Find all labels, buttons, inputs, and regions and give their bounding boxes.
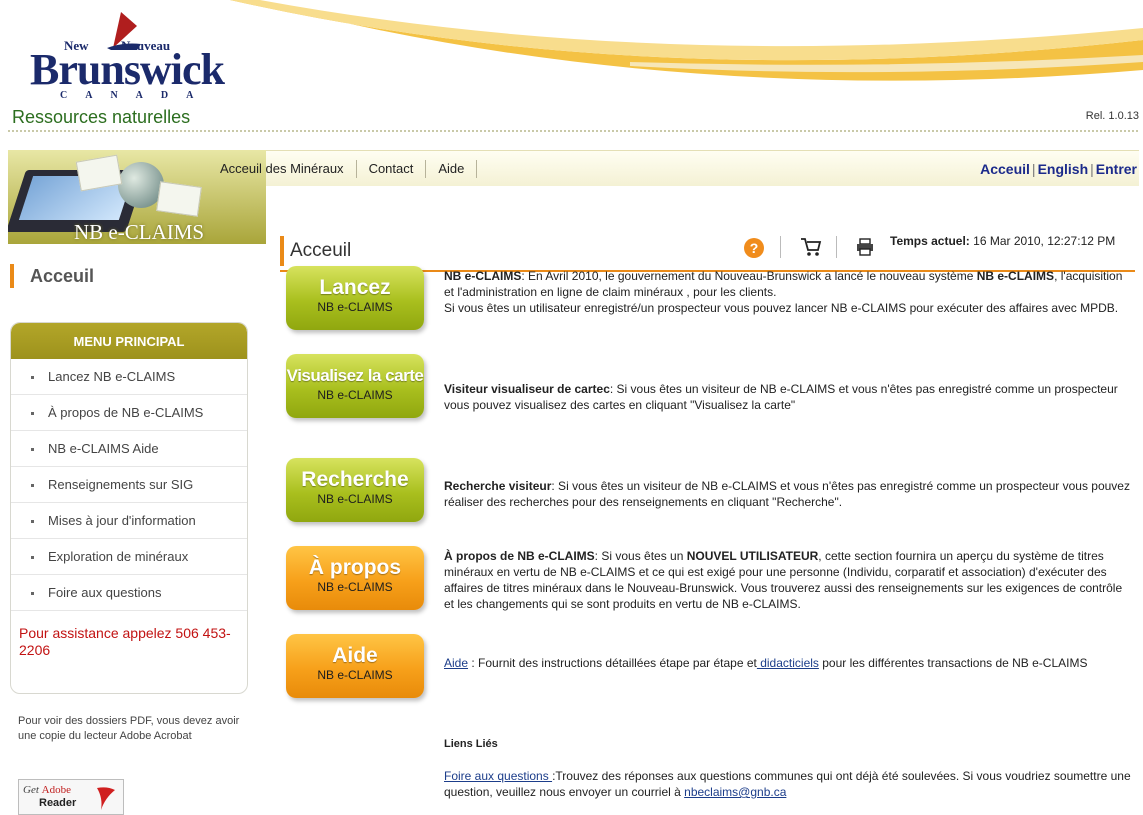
menu-item-launch[interactable]: Lancez NB e-CLAIMS	[11, 359, 247, 395]
desc-text: : Si vous êtes un	[594, 549, 687, 563]
view-map-button-sublabel: NB e-CLAIMS	[317, 388, 393, 402]
help-button[interactable]: Aide NB e-CLAIMS	[286, 634, 424, 698]
department-name: Ressources naturelles	[12, 107, 191, 127]
desc-text: Si vous êtes un utilisateur enregistré/u…	[444, 301, 1119, 315]
launch-button-sublabel: NB e-CLAIMS	[317, 300, 393, 314]
about-description: À propos de NB e-CLAIMS: Si vous êtes un…	[444, 548, 1130, 612]
logo-canada-text: CANADA	[60, 90, 212, 101]
main-menu-title: MENU PRINCIPAL	[11, 323, 247, 359]
adobe-brand-label: Adobe	[41, 784, 71, 796]
current-time-value: 16 Mar 2010, 12:27:12 PM	[973, 234, 1116, 248]
menu-item-about[interactable]: À propos de NB e-CLAIMS	[11, 395, 247, 431]
print-icon[interactable]	[856, 238, 874, 256]
launch-button[interactable]: Lancez NB e-CLAIMS	[286, 266, 424, 330]
right-nav: Acceuil | English | Entrer	[980, 161, 1137, 177]
nb-logo: New Nouveau Brunswick CANADA	[28, 8, 228, 101]
current-time-label: Temps actuel:	[890, 234, 970, 248]
nav-separator: |	[1031, 161, 1036, 177]
desc-bold: NOUVEL UTILISATEUR	[686, 549, 819, 563]
search-button[interactable]: Recherche NB e-CLAIMS	[286, 458, 424, 522]
adobe-get-label: Get	[23, 784, 39, 796]
desc-text: : Fournit des instructions détaillées ét…	[468, 656, 757, 670]
top-nav: Acceuil des Minéraux Contact Aide	[212, 160, 478, 178]
help-button-label: Aide	[332, 644, 378, 667]
faq-related-link: Foire aux questions :Trouvez des réponse…	[444, 768, 1134, 800]
menu-item-label: Renseignements sur SIG	[48, 477, 194, 492]
about-button-label: À propos	[308, 556, 402, 579]
release-version: Rel. 1.0.13	[1085, 110, 1139, 122]
menu-item-gis-info[interactable]: Renseignements sur SIG	[11, 467, 247, 503]
menu-item-label: Foire aux questions	[48, 585, 162, 600]
search-description: Recherche visiteur: Si vous êtes un visi…	[444, 478, 1130, 510]
header-swoosh-decoration	[230, 0, 1143, 81]
email-link[interactable]: nbeclaims@gnb.ca	[684, 785, 786, 799]
home-link[interactable]: Acceuil	[980, 161, 1030, 177]
bullet-icon	[31, 520, 34, 524]
search-button-sublabel: NB e-CLAIMS	[317, 492, 393, 506]
about-button[interactable]: À propos NB e-CLAIMS	[286, 546, 424, 610]
nav-separator: |	[1090, 161, 1094, 177]
pdf-reader-note: Pour voir des dossiers PDF, vous devez a…	[18, 715, 240, 742]
view-map-button-label: Visualisez la carte	[286, 366, 424, 385]
desc-bold: À propos de NB e-CLAIMS	[444, 549, 595, 563]
nav-mineral-home[interactable]: Acceuil des Minéraux	[212, 160, 357, 178]
banner-title: NB e-CLAIMS	[74, 220, 205, 244]
cart-icon[interactable]	[800, 236, 822, 258]
desc-bold: Recherche visiteur	[444, 479, 552, 493]
tutorials-link[interactable]: didacticiels	[757, 656, 819, 670]
menu-item-label: Mises à jour d'information	[48, 513, 196, 528]
adobe-reader-label: Reader	[39, 797, 77, 809]
help-link[interactable]: Aide	[444, 656, 468, 670]
bullet-icon	[31, 484, 34, 488]
launch-description: NB e-CLAIMS: En Avril 2010, le gouvernem…	[444, 268, 1130, 316]
bullet-icon	[31, 412, 34, 416]
page-title: Acceuil	[280, 236, 351, 266]
menu-item-faq[interactable]: Foire aux questions	[11, 575, 247, 611]
menu-item-label: À propos de NB e-CLAIMS	[48, 405, 204, 420]
adobe-get-text: Get Adobe	[23, 784, 71, 796]
menu-item-label: Lancez NB e-CLAIMS	[48, 369, 176, 384]
desc-bold: NB e-CLAIMS	[444, 269, 522, 283]
desc-bold: Visiteur visualiseur de cartec	[444, 382, 610, 396]
nav-contact[interactable]: Contact	[357, 160, 427, 178]
sidebar-heading: Acceuil	[10, 264, 94, 288]
menu-item-label: Exploration de minéraux	[48, 549, 189, 564]
document-illustration	[156, 181, 202, 217]
menu-item-updates[interactable]: Mises à jour d'information	[11, 503, 247, 539]
logo-brunswick-text: Brunswick	[30, 45, 225, 94]
enter-link[interactable]: Entrer	[1096, 161, 1137, 177]
adobe-reader-icon	[97, 787, 115, 810]
about-button-sublabel: NB e-CLAIMS	[317, 580, 393, 594]
menu-item-exploration[interactable]: Exploration de minéraux	[11, 539, 247, 575]
desc-text: : En Avril 2010, le gouvernement du Nouv…	[521, 269, 977, 283]
assistance-phone: Pour assistance appelez 506 453-2206	[19, 625, 231, 658]
toolbar-separator	[836, 236, 837, 258]
bullet-icon	[31, 592, 34, 596]
faq-link[interactable]: Foire aux questions	[444, 769, 552, 783]
help-description: Aide : Fournit des instructions détaillé…	[444, 655, 1130, 671]
view-map-description: Visiteur visualiseur de cartec: Si vous …	[444, 381, 1130, 413]
main-menu: MENU PRINCIPAL Lancez NB e-CLAIMS À prop…	[10, 322, 248, 694]
current-time: Temps actuel: 16 Mar 2010, 12:27:12 PM	[890, 234, 1115, 248]
view-map-button[interactable]: Visualisez la carte NB e-CLAIMS	[286, 354, 424, 418]
english-link[interactable]: English	[1038, 161, 1089, 177]
bullet-icon	[31, 448, 34, 452]
nav-help[interactable]: Aide	[426, 160, 478, 178]
menu-item-label: NB e-CLAIMS Aide	[48, 441, 159, 456]
get-adobe-reader-button[interactable]: Get Adobe Reader	[18, 779, 124, 815]
desc-bold: NB e-CLAIMS	[976, 269, 1055, 283]
launch-button-label: Lancez	[319, 276, 391, 299]
bullet-icon	[31, 556, 34, 560]
help-icon[interactable]: ?	[744, 238, 764, 258]
bullet-icon	[31, 376, 34, 380]
help-button-sublabel: NB e-CLAIMS	[317, 668, 393, 682]
search-button-label: Recherche	[301, 468, 409, 491]
related-links-title: Liens Liés	[444, 738, 498, 750]
menu-item-help[interactable]: NB e-CLAIMS Aide	[11, 431, 247, 467]
desc-text: pour les différentes transactions de NB …	[818, 656, 1088, 670]
toolbar-separator	[780, 236, 781, 258]
header-divider	[8, 130, 1139, 132]
